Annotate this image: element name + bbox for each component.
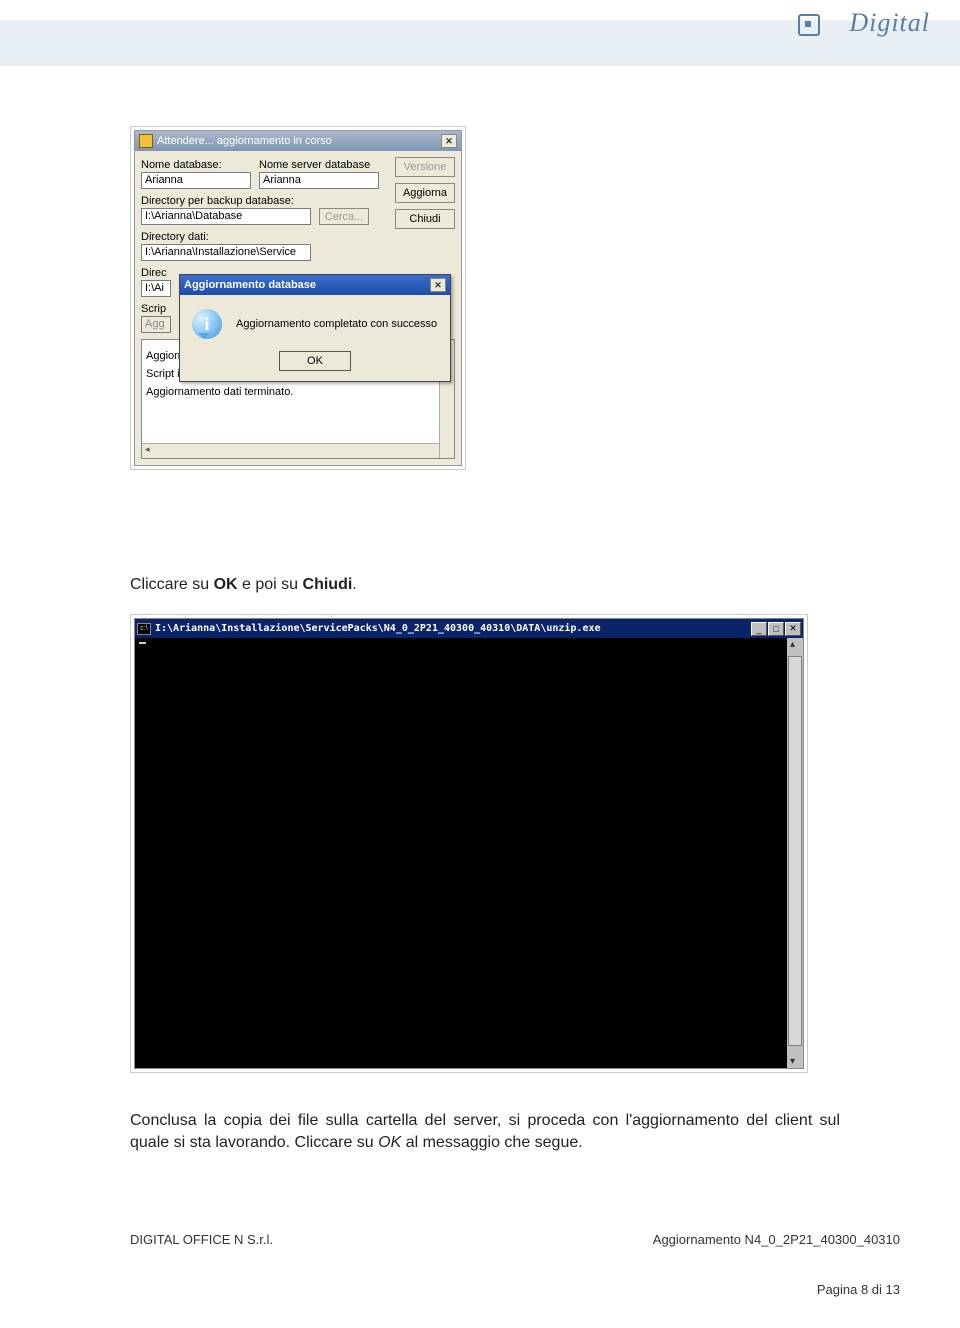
text: Cliccare su — [130, 576, 214, 593]
close-icon[interactable]: ✕ — [441, 134, 457, 148]
cmd-title-text: I:\Arianna\Installazione\ServicePacks\N4… — [155, 623, 751, 634]
cursor — [139, 642, 146, 644]
screenshot-cmd-window: c:\ I:\Arianna\Installazione\ServicePack… — [130, 614, 808, 1073]
aggiorna-button[interactable]: Aggiorna — [395, 183, 455, 203]
maximize-icon[interactable]: □ — [768, 622, 784, 636]
text-bold-chiudi: Chiudi — [303, 576, 353, 593]
cmd-titlebar: c:\ I:\Arianna\Installazione\ServicePack… — [135, 619, 803, 638]
field-dir-dati[interactable]: I:\Arianna\Installazione\Service — [141, 244, 311, 261]
brand-icon — [798, 14, 820, 36]
chiudi-button[interactable]: Chiudi — [395, 209, 455, 229]
cmd-window: c:\ I:\Arianna\Installazione\ServicePack… — [134, 618, 804, 1069]
cmd-scroll-thumb[interactable] — [788, 656, 802, 1046]
field-partial-2: Agg — [141, 316, 171, 333]
minimize-icon[interactable]: _ — [751, 622, 767, 636]
field-partial-1[interactable]: I:\Ai — [141, 280, 171, 297]
instruction-2: Conclusa la copia dei file sulla cartell… — [130, 1110, 840, 1153]
screenshot-update-dialog: Attendere... aggiornamento in corso ✕ Ve… — [130, 126, 466, 470]
field-dir-backup[interactable]: I:\Arianna\Database — [141, 208, 311, 225]
hscrollbar[interactable] — [142, 443, 439, 458]
text: . — [352, 576, 356, 593]
text-italic-ok: OK — [378, 1134, 401, 1151]
instruction-1: Cliccare su OK e poi su Chiudi. — [130, 576, 357, 594]
close-icon[interactable]: ✕ — [430, 278, 446, 292]
subdialog-title: Aggiornamento database — [184, 279, 430, 291]
page-number: Pagina 8 di 13 — [817, 1282, 900, 1297]
close-icon[interactable]: ✕ — [785, 622, 801, 636]
field-nome-server[interactable]: Arianna — [259, 172, 379, 189]
versione-button: Versione — [395, 157, 455, 177]
footer-left: DIGITAL OFFICE N S.r.l. — [130, 1232, 273, 1247]
subdialog-message: Aggiornamento completato con successo — [236, 318, 437, 330]
text-bold-ok: OK — [214, 576, 238, 593]
text: al messaggio che segue. — [401, 1134, 582, 1151]
cmd-body — [135, 638, 803, 1068]
info-icon: i — [192, 309, 222, 339]
text: e poi su — [238, 576, 303, 593]
cmd-icon: c:\ — [137, 623, 151, 635]
window-title: Attendere... aggiornamento in corso — [157, 135, 441, 147]
ok-button[interactable]: OK — [279, 351, 351, 371]
label-dir-dati: Directory dati: — [141, 231, 455, 243]
subdialog-titlebar: Aggiornamento database ✕ — [180, 275, 450, 295]
titlebar: Attendere... aggiornamento in corso ✕ — [135, 131, 461, 151]
info-subdialog: Aggiornamento database ✕ i Aggiornamento… — [179, 274, 451, 382]
cerca-button-1: Cerca... — [319, 208, 369, 225]
app-icon — [139, 134, 153, 148]
label-nome-server: Nome server database — [259, 159, 379, 171]
label-nome-db: Nome database: — [141, 159, 251, 171]
update-window: Attendere... aggiornamento in corso ✕ Ve… — [134, 130, 462, 466]
footer-right: Aggiornamento N4_0_2P21_40300_40310 — [653, 1232, 900, 1247]
log-line-3: Aggiornamento dati terminato. — [146, 386, 450, 398]
brand-logo-text: Digital — [849, 8, 930, 38]
footer: DIGITAL OFFICE N S.r.l. Aggiornamento N4… — [130, 1232, 900, 1247]
field-nome-db[interactable]: Arianna — [141, 172, 251, 189]
